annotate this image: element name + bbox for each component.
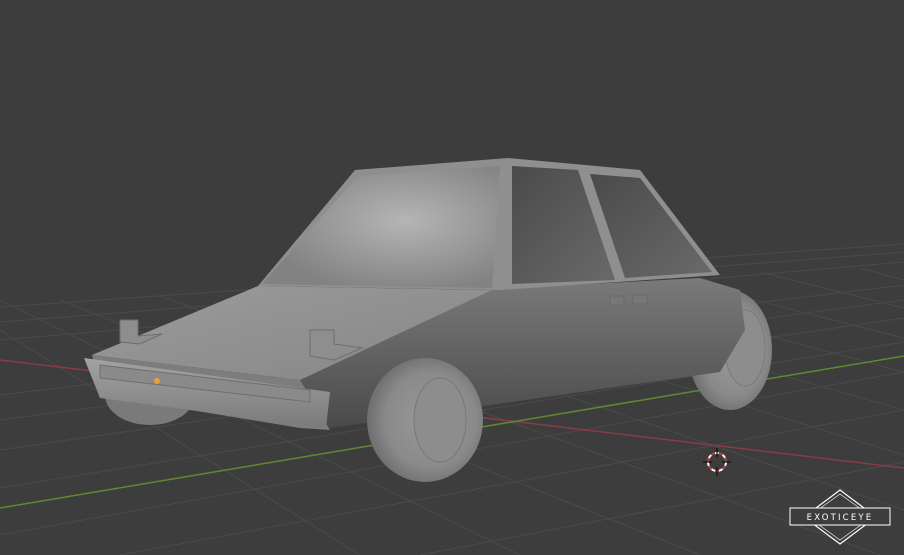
viewport-scene <box>0 158 904 555</box>
windshield <box>262 166 500 288</box>
exoticeye-watermark: EXOTICEYE <box>786 488 894 546</box>
3d-viewport[interactable]: EXOTICEYE <box>0 0 904 555</box>
front-right-wheel-hub <box>413 377 467 463</box>
door-handle <box>632 294 648 305</box>
car-mesh[interactable] <box>84 158 772 482</box>
door-handle <box>609 295 625 306</box>
watermark-text: EXOTICEYE <box>807 513 874 523</box>
front-light-dot <box>154 378 160 384</box>
3d-cursor-icon[interactable] <box>703 448 731 476</box>
